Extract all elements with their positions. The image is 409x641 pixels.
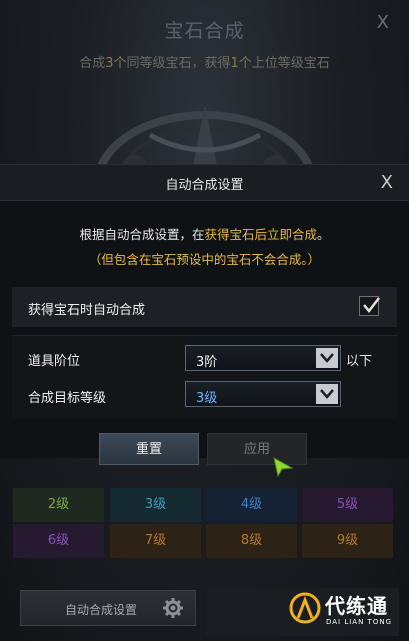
auto-combine-settings-button[interactable]: 自动合成设置 <box>20 590 196 626</box>
gear-icon <box>163 598 183 618</box>
target-level-value: 3级 <box>196 391 218 406</box>
reset-button[interactable]: 重置 <box>99 433 199 465</box>
item-tier-label: 道具阶位 <box>28 354 81 369</box>
dialog-header: 自动合成设置 X <box>0 165 409 201</box>
subtitle-part: 合成 <box>79 56 106 71</box>
grade-button-8[interactable]: 8级 <box>206 524 297 558</box>
gem-combine-close-button[interactable]: X <box>377 12 389 33</box>
grade-button-5[interactable]: 5级 <box>302 488 393 522</box>
subtitle-part: 同等级宝石，获得 <box>126 56 231 71</box>
auto-combine-row[interactable]: 获得宝石时自动合成 <box>12 287 397 327</box>
watermark-title: 代练通 <box>325 594 388 618</box>
target-level-label: 合成目标等级 <box>28 391 107 406</box>
target-level-dropdown[interactable]: 3级 <box>185 381 341 407</box>
description-text: 。 <box>317 227 330 242</box>
check-icon <box>363 297 380 313</box>
dialog-close-button[interactable]: X <box>381 172 393 193</box>
chevron-down-icon <box>316 384 338 404</box>
subtitle-part: 上位等级宝石 <box>251 56 330 71</box>
subtitle-count: 1个 <box>230 56 252 71</box>
auto-combine-settings-label: 自动合成设置 <box>65 603 138 617</box>
watermark-subtitle: DAI LIAN TONG <box>326 618 393 626</box>
grade-button-3[interactable]: 3级 <box>110 488 201 522</box>
dialog-title: 自动合成设置 <box>165 178 244 193</box>
grade-button-4[interactable]: 4级 <box>206 488 297 522</box>
dialog-note: （但包含在宝石预设中的宝石不会合成。） <box>88 252 321 267</box>
item-tier-dropdown[interactable]: 3阶 <box>185 345 341 371</box>
subtitle-count: 3个 <box>105 56 127 71</box>
gem-combine-title: 宝石合成 <box>164 20 245 42</box>
chevron-down-icon <box>316 348 338 368</box>
grade-grid: 2级 3级 4级 5级 6级 7级 8级 9级 <box>10 484 399 562</box>
dialog-description: 根据自动合成设置，在获得宝石后立即合成。 <box>0 224 409 243</box>
auto-combine-dialog: 自动合成设置 X 根据自动合成设置，在获得宝石后立即合成。 （但包含在宝石预设中… <box>0 164 409 458</box>
item-tier-value: 3阶 <box>196 355 218 370</box>
grade-button-7[interactable]: 7级 <box>110 524 201 558</box>
auto-combine-label: 获得宝石时自动合成 <box>28 303 146 318</box>
grade-button-6[interactable]: 6级 <box>13 524 104 558</box>
pointer-cursor-icon <box>273 457 294 478</box>
grade-button-9[interactable]: 9级 <box>302 524 393 558</box>
watermark-logo-icon <box>289 592 321 624</box>
auto-combine-checkbox[interactable] <box>359 296 380 316</box>
grade-button-2[interactable]: 2级 <box>13 488 104 522</box>
gem-combine-subtitle: 合成3个同等级宝石，获得1个上位等级宝石 <box>0 52 409 71</box>
description-text: 根据自动合成设置，在 <box>79 227 205 242</box>
watermark: 代练通 DAI LIAN TONG <box>289 590 405 634</box>
item-tier-suffix: 以下 <box>346 354 373 369</box>
description-highlight: 获得宝石后立即合成 <box>204 227 317 242</box>
settings-box: 道具阶位 3阶 以下 合成目标等级 3级 <box>12 335 397 419</box>
